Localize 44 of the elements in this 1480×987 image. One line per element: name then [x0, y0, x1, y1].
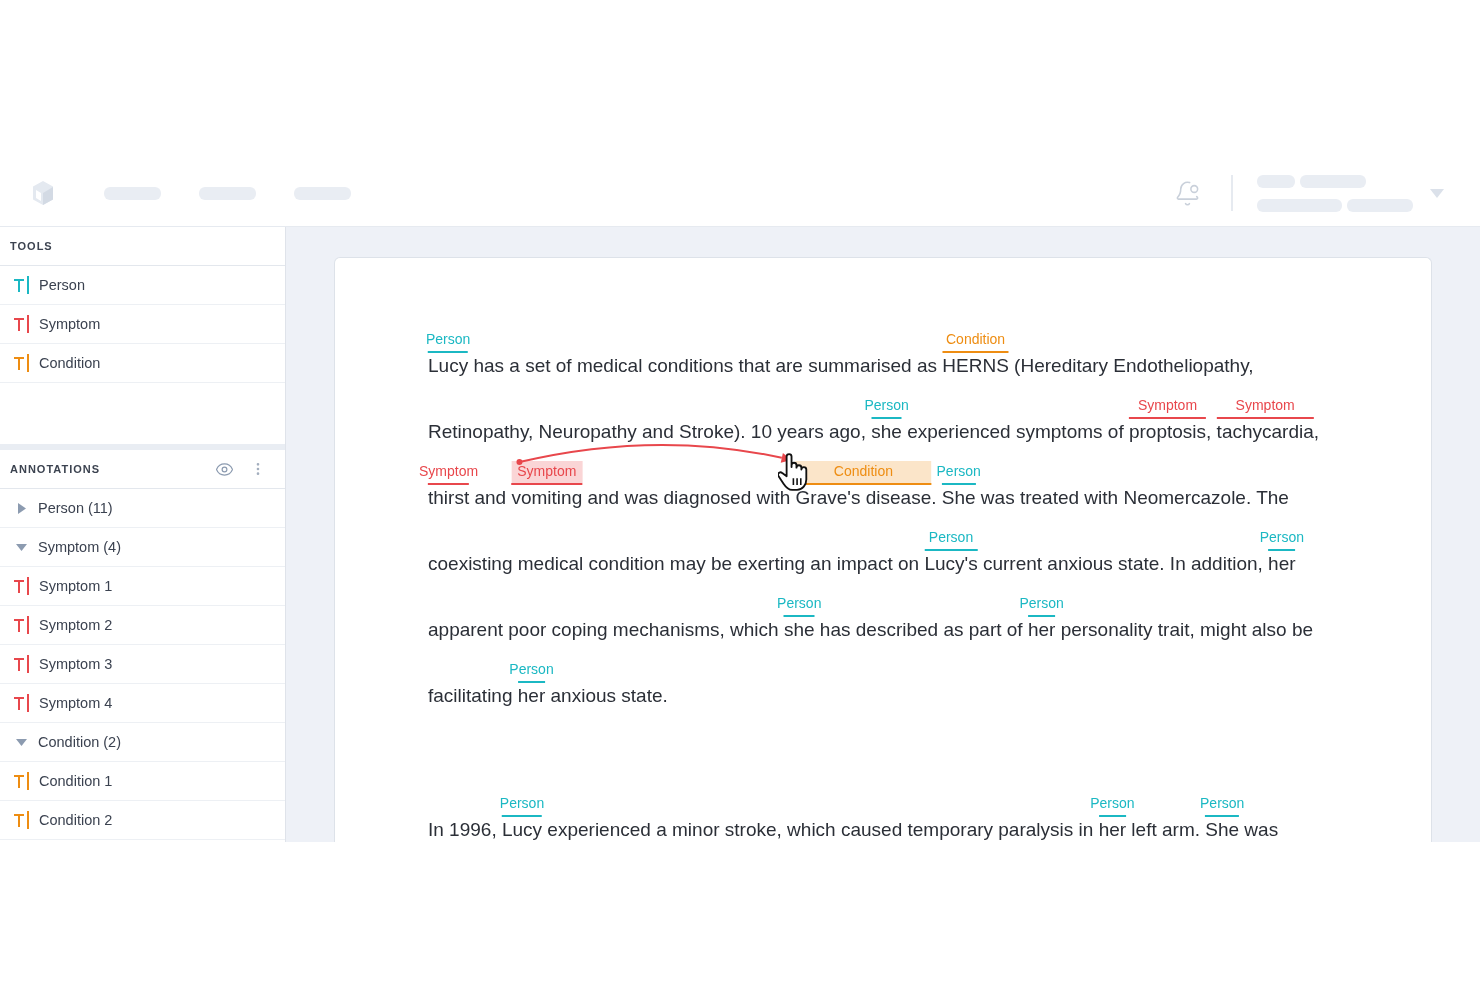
annotation-label[interactable]: Condition — [795, 461, 932, 485]
tool-item[interactable]: Symptom — [0, 305, 285, 344]
annotation-label[interactable]: Symptom — [419, 461, 479, 485]
document-text-line: Retinopathy, Neuropathy and Stroke). 10 years ago, she experienced symptoms of proptosis, tachycardia, — [428, 420, 1320, 444]
tree-item[interactable]: Symptom (4) — [0, 528, 285, 567]
tree-item[interactable]: Person (11) — [0, 489, 285, 528]
tree-item[interactable]: Symptom 1 — [0, 567, 285, 606]
tool-item[interactable]: Person — [0, 266, 285, 305]
tree-item[interactable]: Condition (2) — [0, 723, 285, 762]
tree-item[interactable]: Symptom 4 — [0, 684, 285, 723]
tool-item[interactable]: Condition — [0, 344, 285, 383]
document-text-line: Lucy has a set of medical conditions that are summarised as HERNS (Hereditary Endotheliopathy, — [428, 354, 1254, 378]
section-title: TOOLS — [10, 240, 53, 252]
annotation-label[interactable]: Person — [1019, 593, 1064, 617]
annotation-label[interactable]: Person — [864, 395, 909, 419]
document-text-line: In 1996, Lucy experienced a minor stroke, which caused temporary paralysis in her left arm. She was — [428, 818, 1279, 842]
hand-cursor-icon — [777, 452, 810, 492]
annotation-label[interactable]: Person — [1200, 793, 1245, 817]
document-text-line: facilitating her anxious state. — [428, 684, 668, 708]
annotation-label[interactable]: Person — [777, 593, 822, 617]
annotation-label[interactable]: Symptom — [1216, 395, 1314, 419]
annotation-label[interactable]: Person — [936, 461, 981, 485]
annotation-label[interactable]: Person — [1259, 527, 1304, 551]
tree-item[interactable]: Condition 1 — [0, 762, 285, 801]
annotation-label[interactable]: Person — [924, 527, 978, 551]
annotation-label[interactable]: Symptom — [511, 461, 583, 485]
logo-icon[interactable] — [32, 180, 54, 206]
document-text-line: apparent poor coping mechanisms, which she has described as part of her personality trait, might also be — [428, 618, 1314, 642]
caret-down-icon[interactable] — [16, 541, 27, 553]
document-text-line: thirst and vomiting and was diagnosed with Grave's disease. She was treated with Neomercazole. The — [428, 486, 1289, 510]
annotation-label[interactable]: Person — [499, 793, 545, 817]
tree-item[interactable]: Symptom 2 — [0, 606, 285, 645]
tree-item[interactable]: Symptom 3 — [0, 645, 285, 684]
annotation-label[interactable]: Condition — [942, 329, 1009, 353]
caret-down-icon[interactable] — [16, 736, 27, 748]
tree-item[interactable]: Condition 2 — [0, 801, 285, 840]
section-title: ANNOTATIONS — [10, 463, 101, 475]
annotation-label[interactable]: Person — [425, 329, 471, 353]
document-text-line: coexisting medical condition may be exerting an impact on Lucy's current anxious state. In addition, her — [428, 552, 1296, 576]
caret-right-icon[interactable] — [16, 502, 27, 514]
annotation-label[interactable]: Symptom — [1128, 395, 1207, 419]
annotation-label[interactable]: Person — [509, 659, 554, 683]
annotation-label[interactable]: Person — [1090, 793, 1135, 817]
notification-bell-icon[interactable] — [1174, 179, 1201, 207]
